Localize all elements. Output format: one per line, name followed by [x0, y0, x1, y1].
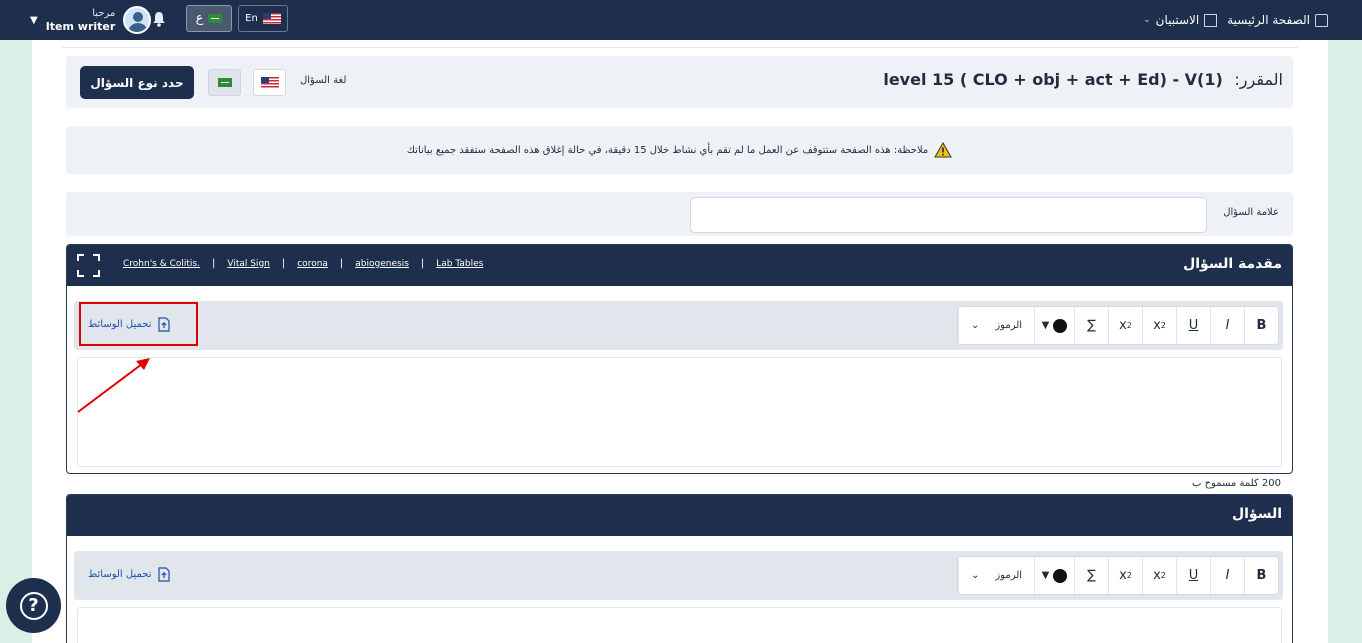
intro-header: مقدمة السؤال Crohn's & Colitis. | Vital … — [67, 245, 1292, 286]
course-name: level 15 ( CLO + obj + act + Ed) - V(1) — [883, 70, 1223, 89]
superscript-button[interactable]: x2 — [1108, 557, 1142, 594]
user-menu-caret-icon[interactable]: ▼ — [30, 15, 38, 26]
chevron-down-icon: ⌄ — [1143, 15, 1151, 25]
question-lang-label: لغة السؤال — [300, 75, 347, 86]
timeout-note: ملاحظة: هذه الصفحة ستتوقف عن العمل ما لم… — [66, 126, 1293, 174]
intro-toolbar: تحميل الوسائط B I U x2 x2 ∑ ▼ الرموز ⌄ — [74, 301, 1283, 350]
saudi-flag-icon — [208, 14, 223, 23]
subscript-button[interactable]: x2 — [1142, 307, 1176, 344]
course-title: المقرر: level 15 ( CLO + obj + act + Ed)… — [883, 70, 1283, 89]
question-intro-editor: مقدمة السؤال Crohn's & Colitis. | Vital … — [66, 244, 1293, 474]
underline-button[interactable]: U — [1176, 307, 1210, 344]
word-limit-note: 200 كلمة مسموح ب — [1192, 478, 1281, 489]
home-icon — [1315, 13, 1328, 27]
avatar[interactable] — [123, 6, 152, 34]
course-label: المقرر: — [1234, 70, 1283, 89]
color-swatch — [1053, 568, 1068, 583]
sum-symbol-button[interactable]: ∑ — [1074, 557, 1108, 594]
course-header: المقرر: level 15 ( CLO + obj + act + Ed)… — [66, 56, 1293, 108]
upload-media-label: تحميل الوسائط — [88, 569, 152, 580]
top-navbar: ▼ مرحبا Item writer ع En الصفحة الرئيسية… — [0, 0, 1362, 40]
saudi-flag-icon — [217, 78, 232, 87]
bold-button[interactable]: B — [1244, 557, 1278, 594]
upload-icon — [158, 567, 171, 582]
help-icon: ? — [19, 591, 48, 620]
question-text-area[interactable] — [77, 607, 1282, 643]
user-menu[interactable]: ▼ مرحبا Item writer — [30, 4, 152, 36]
tag-link[interactable]: corona — [297, 259, 328, 269]
question-mark-label: علامة السؤال — [1223, 207, 1279, 218]
nav-survey[interactable]: الاستبيان ⌄ — [1143, 13, 1218, 27]
annotation-arrow — [77, 358, 150, 413]
us-flag-icon — [260, 77, 279, 88]
nav-home-label: الصفحة الرئيسية — [1227, 13, 1310, 27]
tag-link[interactable]: Crohn's & Colitis. — [123, 259, 200, 269]
symbols-label: الرموز — [995, 320, 1023, 331]
nav-survey-label: الاستبيان — [1155, 13, 1200, 27]
us-flag-icon — [262, 13, 281, 24]
question-title: السؤال — [1231, 506, 1282, 522]
italic-button[interactable]: I — [1210, 557, 1244, 594]
color-caret-icon: ▼ — [1041, 320, 1050, 331]
question-lang-english[interactable] — [253, 69, 286, 96]
underline-button[interactable]: U — [1176, 557, 1210, 594]
user-greeting: مرحبا — [92, 8, 116, 19]
main-content: المقرر: level 15 ( CLO + obj + act + Ed)… — [32, 40, 1328, 643]
question-mark-input[interactable] — [690, 197, 1207, 233]
lang-en-label: En — [245, 13, 258, 24]
text-color-picker[interactable]: ▼ — [1034, 307, 1074, 344]
divider — [62, 47, 1298, 48]
color-swatch — [1053, 318, 1068, 333]
lang-ar-label: ع — [195, 11, 204, 26]
question-header: السؤال — [67, 495, 1292, 536]
sum-symbol-button[interactable]: ∑ — [1074, 307, 1108, 344]
question-lang-arabic[interactable] — [208, 69, 241, 96]
bold-button[interactable]: B — [1244, 307, 1278, 344]
help-button[interactable]: ? — [6, 578, 61, 633]
language-arabic-button[interactable]: ع — [186, 5, 232, 32]
subscript-button[interactable]: x2 — [1142, 557, 1176, 594]
text-color-picker[interactable]: ▼ — [1034, 557, 1074, 594]
question-toolbar: تحميل الوسائط B I U x2 x2 ∑ ▼ الرموز ⌄ — [74, 551, 1283, 600]
nav-home[interactable]: الصفحة الرئيسية — [1227, 13, 1328, 27]
tag-link[interactable]: Vital Sign — [227, 259, 270, 269]
question-editor: السؤال تحميل الوسائط B I U x2 x2 ∑ ▼ الر… — [66, 494, 1293, 643]
bell-icon[interactable] — [152, 11, 166, 27]
tag-links: Crohn's & Colitis. | Vital Sign | corona… — [123, 258, 484, 269]
chevron-down-icon: ⌄ — [970, 570, 980, 581]
intro-title: مقدمة السؤال — [1183, 256, 1282, 272]
chevron-down-icon: ⌄ — [970, 320, 980, 331]
survey-icon — [1204, 13, 1218, 27]
main-nav: الصفحة الرئيسية الاستبيان ⌄ — [1143, 0, 1328, 40]
select-question-type-button[interactable]: حدد نوع السؤال — [80, 66, 194, 99]
symbols-dropdown[interactable]: الرموز ⌄ — [958, 557, 1034, 594]
question-mark-row: علامة السؤال — [66, 192, 1293, 236]
user-info: مرحبا Item writer — [46, 7, 116, 33]
symbols-label: الرموز — [995, 570, 1023, 581]
format-buttons: B I U x2 x2 ∑ ▼ الرموز ⌄ — [957, 556, 1279, 595]
intro-text-area[interactable] — [77, 357, 1282, 467]
tag-link[interactable]: abiogenesis — [355, 259, 409, 269]
upload-media-button[interactable]: تحميل الوسائط — [88, 567, 171, 582]
symbols-dropdown[interactable]: الرموز ⌄ — [958, 307, 1034, 344]
superscript-button[interactable]: x2 — [1108, 307, 1142, 344]
warning-icon — [934, 142, 953, 158]
timeout-note-text: ملاحظة: هذه الصفحة ستتوقف عن العمل ما لم… — [406, 144, 929, 156]
language-english-button[interactable]: En — [238, 5, 288, 32]
upload-highlight-box — [79, 302, 198, 346]
italic-button[interactable]: I — [1210, 307, 1244, 344]
tag-link[interactable]: Lab Tables — [436, 259, 483, 269]
format-buttons: B I U x2 x2 ∑ ▼ الرموز ⌄ — [957, 306, 1279, 345]
user-role: Item writer — [45, 20, 116, 33]
fullscreen-icon[interactable] — [77, 254, 100, 277]
color-caret-icon: ▼ — [1041, 570, 1050, 581]
